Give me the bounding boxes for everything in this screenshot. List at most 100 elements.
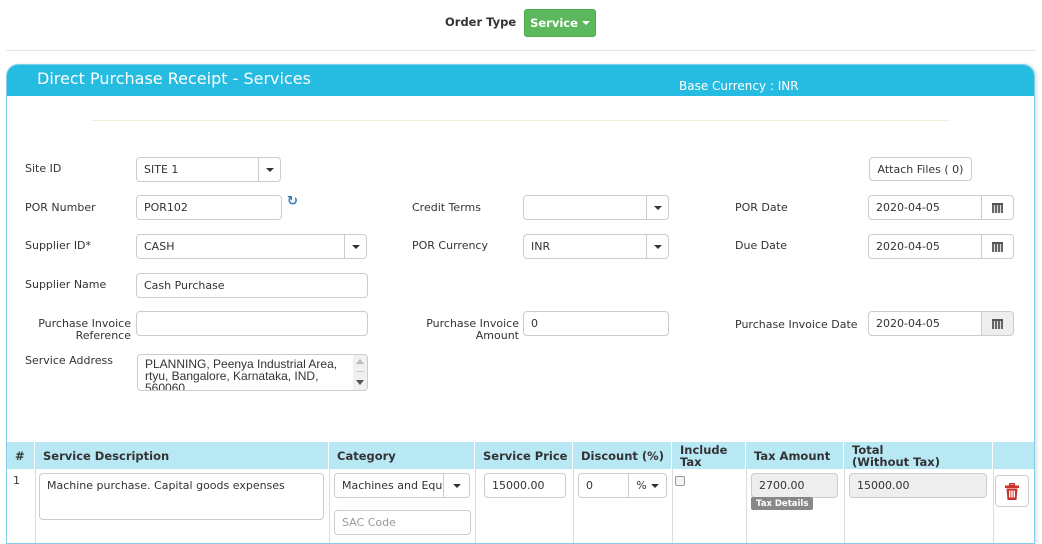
por-date-picker[interactable]: 2020-04-05 — [868, 195, 1014, 220]
scroll-thumb[interactable] — [356, 371, 364, 372]
due-date-calendar-button[interactable] — [982, 234, 1014, 259]
credit-terms-toggle[interactable] — [647, 195, 669, 220]
supplier-id-select[interactable]: CASH — [136, 234, 367, 259]
calendar-icon — [992, 318, 1003, 329]
purchase-invoice-reference-label: Purchase Invoice Reference — [25, 318, 131, 342]
divider — [573, 469, 574, 543]
discount-input[interactable]: 0 — [578, 473, 629, 498]
due-date-picker[interactable]: 2020-04-05 — [868, 234, 1014, 259]
calendar-icon — [992, 241, 1003, 252]
service-address-label: Service Address — [25, 354, 113, 367]
header-line: (Without Tax) — [852, 454, 940, 469]
scroll-down-icon[interactable] — [356, 380, 364, 385]
col-discount: Discount (%) — [573, 442, 672, 469]
due-date-label: Due Date — [735, 239, 787, 252]
service-address-textarea[interactable]: PLANNING, Peenya Industrial Area, rtyu, … — [137, 354, 368, 391]
service-address-value: PLANNING, Peenya Industrial Area, rtyu, … — [145, 357, 338, 391]
due-date-value[interactable]: 2020-04-05 — [868, 234, 982, 259]
header-line: Tax — [680, 454, 702, 469]
por-currency-value: INR — [523, 234, 647, 259]
category-value: Machines and Equ — [334, 473, 444, 498]
label-line: Amount — [475, 329, 519, 342]
chevron-down-icon — [265, 167, 274, 172]
purchase-invoice-reference-input[interactable] — [136, 311, 368, 336]
col-tax-amount: Tax Amount — [746, 442, 844, 469]
por-currency-select[interactable]: INR — [523, 234, 669, 259]
purchase-invoice-date-calendar-button[interactable] — [982, 311, 1014, 336]
chevron-down-icon — [581, 21, 590, 25]
chevron-down-icon — [653, 205, 662, 210]
divider — [844, 469, 845, 543]
divider — [475, 469, 476, 543]
order-type-label: Order Type — [445, 15, 517, 29]
divider — [329, 469, 330, 543]
scrollbar[interactable] — [353, 355, 367, 390]
credit-terms-value — [523, 195, 647, 220]
discount-unit-select[interactable]: % — [629, 473, 667, 498]
purchase-invoice-amount-input[interactable]: 0 — [523, 311, 669, 336]
site-id-label: Site ID — [25, 162, 62, 175]
tax-amount-field: 2700.00 — [751, 473, 838, 498]
service-price-input[interactable]: 15000.00 — [484, 473, 566, 498]
header-line: Include — [680, 442, 728, 457]
por-currency-label: POR Currency — [412, 239, 488, 252]
por-date-label: POR Date — [735, 201, 788, 214]
attach-files-button[interactable]: Attach Files ( 0) — [869, 157, 972, 181]
por-number-label: POR Number — [25, 201, 96, 214]
col-num: # — [7, 442, 35, 469]
col-actions — [993, 442, 1034, 469]
supplier-id-toggle[interactable] — [345, 234, 367, 259]
purchase-invoice-date-label: Purchase Invoice Date — [735, 318, 858, 331]
discount-input-group[interactable]: 0 % — [578, 473, 667, 498]
col-category: Category — [329, 442, 475, 469]
category-toggle[interactable] — [444, 473, 470, 498]
label-line: Reference — [75, 329, 131, 342]
chevron-down-icon — [650, 483, 659, 488]
col-service-description: Service Description — [35, 442, 329, 469]
credit-terms-label: Credit Terms — [412, 201, 481, 214]
por-date-value[interactable]: 2020-04-05 — [868, 195, 982, 220]
supplier-name-input[interactable]: Cash Purchase — [136, 273, 368, 298]
por-number-input[interactable]: POR102 — [136, 195, 282, 220]
service-description-textarea[interactable]: Machine purchase. Capital goods expenses — [39, 473, 324, 520]
supplier-name-label: Supplier Name — [25, 278, 107, 291]
site-id-select[interactable]: SITE 1 — [136, 157, 281, 182]
sac-code-input[interactable]: SAC Code — [334, 510, 471, 535]
row-number: 1 — [13, 474, 20, 487]
col-service-price: Service Price — [475, 442, 573, 469]
purchase-invoice-date-picker[interactable]: 2020-04-05 — [868, 311, 1014, 336]
header-line: Total — [852, 442, 884, 457]
refresh-icon[interactable]: ↻ — [287, 194, 298, 209]
panel-title: Direct Purchase Receipt - Services — [37, 69, 311, 88]
order-type-value: Service — [530, 16, 578, 30]
chevron-down-icon — [452, 483, 461, 488]
total-field: 15000.00 — [849, 473, 987, 498]
calendar-icon — [992, 202, 1003, 213]
supplier-id-label: Supplier ID* — [25, 239, 92, 252]
include-tax-checkbox[interactable] — [675, 476, 685, 486]
category-select[interactable]: Machines and Equ — [334, 473, 470, 498]
scroll-up-icon[interactable] — [356, 359, 364, 364]
purchase-invoice-amount-label: Purchase Invoice Amount — [412, 318, 519, 342]
table-header: # Service Description Category Service P… — [7, 442, 1034, 469]
delete-row-button[interactable] — [995, 475, 1029, 507]
order-type-dropdown[interactable]: Service — [524, 9, 596, 37]
por-currency-toggle[interactable] — [647, 234, 669, 259]
trash-icon — [1005, 482, 1019, 500]
site-id-toggle[interactable] — [259, 157, 281, 182]
divider — [746, 469, 747, 543]
col-include-tax: Include Tax — [672, 442, 746, 469]
credit-terms-select[interactable] — [523, 195, 669, 220]
purchase-receipt-panel: Direct Purchase Receipt - Services Base … — [6, 64, 1035, 544]
divider — [92, 120, 950, 121]
col-total: Total (Without Tax) — [844, 442, 993, 469]
site-id-value: SITE 1 — [136, 157, 259, 182]
purchase-invoice-date-value[interactable]: 2020-04-05 — [868, 311, 982, 336]
base-currency: Base Currency : INR — [679, 79, 799, 93]
por-date-calendar-button[interactable] — [982, 195, 1014, 220]
tax-details-badge[interactable]: Tax Details — [751, 497, 814, 510]
divider — [6, 50, 1036, 51]
divider — [993, 469, 994, 543]
divider — [35, 469, 36, 543]
chevron-down-icon — [351, 244, 360, 249]
